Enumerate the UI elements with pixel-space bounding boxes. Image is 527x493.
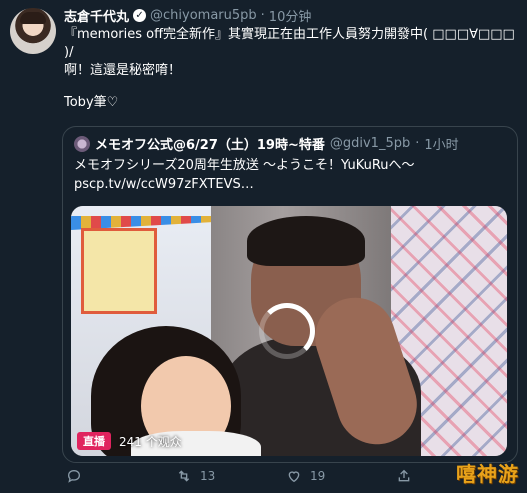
- heart-icon: [288, 471, 300, 483]
- like-button[interactable]: 19: [286, 468, 396, 484]
- quoted-author-avatar: [74, 135, 90, 152]
- site-watermark: 嘻神游: [456, 462, 519, 486]
- retweet-icon: [178, 470, 190, 482]
- tweet-line: 『memories off完全新作』其實現正在由工作人員努力開發中( □□□∀□…: [64, 27, 515, 42]
- quoted-link[interactable]: pscp.tv/w/ccW97zFXTEVS…: [74, 175, 415, 194]
- live-info: 直播 241 个观众: [77, 432, 182, 450]
- quoted-tweet-header: メモオフ公式@6/27（土）19時~特番 @gdiv1_5pb · 1小时: [74, 134, 459, 153]
- viewer-count: 241 个观众: [119, 434, 182, 449]
- author-avatar[interactable]: [10, 8, 56, 54]
- quoted-author-handle: @gdiv1_5pb: [329, 136, 411, 151]
- video-person-hair: [247, 216, 365, 266]
- tweet-actions: 13 19: [66, 466, 506, 486]
- loading-spinner-icon: [259, 303, 315, 359]
- retweet-count: 13: [200, 469, 216, 483]
- tweet-header: 志倉千代丸 ✓ @chiyomaru5pb · 10分钟: [64, 6, 312, 25]
- quoted-tweet-time: 1小时: [424, 138, 459, 153]
- verified-badge-icon: ✓: [133, 8, 147, 22]
- quoted-author-name: メモオフ公式@6/27（土）19時~特番: [95, 138, 325, 153]
- author-name[interactable]: 志倉千代丸: [64, 6, 129, 25]
- share-icon: [398, 469, 410, 482]
- quoted-line: メモオフシリーズ20周年生放送 ～ようこそ！YuKuRuへ～: [74, 158, 415, 173]
- author-handle[interactable]: @chiyomaru5pb: [150, 8, 257, 23]
- tweet-line: )/: [64, 45, 74, 60]
- tweet-signature: Toby筆♡: [64, 95, 119, 110]
- video-wall-drawing: [81, 228, 157, 314]
- reply-button[interactable]: [66, 468, 176, 484]
- like-count: 19: [310, 469, 326, 483]
- live-badge: 直播: [77, 432, 111, 450]
- retweet-button[interactable]: 13: [176, 468, 286, 484]
- separator: ·: [260, 7, 265, 23]
- reply-icon: [67, 469, 81, 483]
- separator: ·: [415, 136, 420, 151]
- quoted-tweet-text: メモオフシリーズ20周年生放送 ～ようこそ！YuKuRuへ～ pscp.tv/w…: [74, 156, 415, 194]
- tweet-text: 『memories off完全新作』其實現正在由工作人員努力開發中( □□□∀□…: [64, 26, 516, 112]
- quoted-tweet[interactable]: メモオフ公式@6/27（土）19時~特番 @gdiv1_5pb · 1小时 メモ…: [62, 126, 518, 463]
- tweet-time[interactable]: 10分钟: [269, 6, 312, 25]
- live-video-player[interactable]: 直播 241 个观众: [71, 206, 507, 456]
- tweet-line: 啊！這還是秘密唷！: [64, 63, 182, 78]
